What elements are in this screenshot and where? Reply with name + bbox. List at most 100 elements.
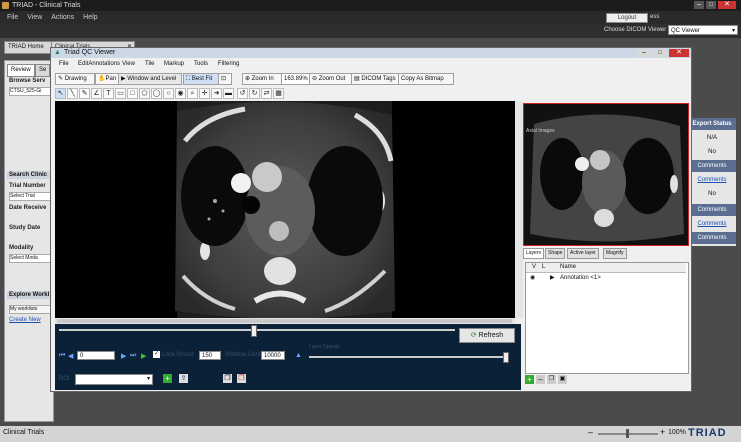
pan-button[interactable]: ✋Pan <box>95 73 119 85</box>
zoom-in-button[interactable]: ⊕ Zoom In <box>242 73 282 85</box>
menu-help[interactable]: Help <box>83 11 97 24</box>
copy-bitmap-button[interactable]: Copy As Bitmap <box>398 73 454 85</box>
copy-layer-icon[interactable]: ❐ <box>223 374 232 383</box>
scroll-thumb[interactable] <box>57 319 512 323</box>
modality-select[interactable]: Select Moda <box>9 254 53 263</box>
remove-layer-icon[interactable]: – <box>536 375 545 384</box>
menu-actions[interactable]: Actions <box>51 11 74 24</box>
line-tool-icon[interactable]: ╲ <box>67 88 78 99</box>
opacity-slider-thumb[interactable] <box>503 352 509 363</box>
next-frame-icon[interactable]: ▶ <box>121 352 126 360</box>
opacity-slider-track[interactable] <box>309 356 509 358</box>
grid-icon[interactable]: ▦ <box>273 88 284 99</box>
window-level-button[interactable]: ▶ Window and Level <box>118 73 182 85</box>
best-fit-button[interactable]: ⛶ Best Fit <box>183 73 221 85</box>
menu-file[interactable]: File <box>7 11 18 24</box>
zoom-slider-thumb[interactable] <box>626 429 629 438</box>
flip-icon[interactable]: ⇄ <box>261 88 272 99</box>
pen-tool-icon[interactable]: ✎ <box>79 88 90 99</box>
comments-link-3[interactable]: Comments <box>688 232 736 244</box>
minimize-icon[interactable]: – <box>694 1 704 9</box>
window-width-field[interactable]: 150 <box>199 351 221 360</box>
actual-size-button[interactable]: ⊡ <box>218 73 232 85</box>
tab-layers[interactable]: Layers <box>523 248 545 259</box>
frame-slider-track[interactable] <box>59 329 455 331</box>
maximize-icon[interactable]: □ <box>706 1 716 9</box>
text-tool-icon[interactable]: T <box>103 88 114 99</box>
layer-row[interactable]: ◉ ▶ Annotation <1> <box>526 274 686 283</box>
polygon-tool-icon[interactable]: ⬠ <box>139 88 150 99</box>
dlg-menu-tile[interactable]: Tile <box>145 59 154 69</box>
browse-server-field[interactable]: CTSU_525-Gi <box>9 87 53 96</box>
tab-second[interactable]: Se <box>35 64 51 77</box>
dialog-maximize-icon[interactable]: □ <box>653 49 667 57</box>
image-vertical-scrollbar[interactable] <box>515 101 523 318</box>
lock-checkbox[interactable]: ✓ <box>153 351 160 358</box>
comments-link-1[interactable]: Comments <box>688 174 736 186</box>
ellipse-tool-icon[interactable]: ◯ <box>151 88 162 99</box>
ct-image-viewport[interactable] <box>55 101 515 318</box>
crosshair-tool-icon[interactable]: ✛ <box>199 88 210 99</box>
save-layer-icon[interactable]: ▣ <box>558 375 567 384</box>
eye-icon[interactable]: ◉ <box>530 274 535 283</box>
zoom-out-icon[interactable]: – <box>588 427 593 437</box>
dialog-minimize-icon[interactable]: – <box>637 49 651 57</box>
dlg-menu-filtering[interactable]: Filtering <box>218 59 239 69</box>
ruler-tool-icon[interactable]: ▬ <box>223 88 234 99</box>
dlg-menu-editannotations[interactable]: EditAnnotations <box>78 59 120 69</box>
duplicate-layer-icon[interactable]: ❐ <box>547 375 556 384</box>
frame-number-field[interactable]: 0 <box>77 351 115 360</box>
zoom-value-field[interactable]: 163.89% <box>281 73 311 85</box>
comments-link-2[interactable]: Comments <box>688 218 736 230</box>
my-worklists-tab[interactable]: My worklists <box>9 305 53 314</box>
tab-active-layer[interactable]: Active layer <box>567 248 599 259</box>
rotate-right-icon[interactable]: ↻ <box>249 88 260 99</box>
rotate-left-icon[interactable]: ↺ <box>237 88 248 99</box>
tab-magnify[interactable]: Magnify <box>603 248 627 259</box>
zoom-out-button[interactable]: ⊖ Zoom Out <box>309 73 353 85</box>
dlg-menu-tools[interactable]: Tools <box>194 59 208 69</box>
angle-tool-icon[interactable]: ∠ <box>91 88 102 99</box>
close-icon[interactable]: ✕ <box>718 1 736 9</box>
circle-tool-icon[interactable]: ○ <box>163 88 174 99</box>
dlg-menu-file[interactable]: File <box>59 59 69 69</box>
drawing-button[interactable]: ✎ Drawing <box>55 73 95 85</box>
create-new-link[interactable]: Create New <box>9 317 41 323</box>
square-tool-icon[interactable]: □ <box>127 88 138 99</box>
delete-layer-icon[interactable]: ❐ <box>237 374 246 383</box>
expand-icon[interactable]: ▶ <box>550 274 555 283</box>
dialog-close-icon[interactable]: ✕ <box>669 49 689 57</box>
refresh-icon: ⟳ <box>470 332 477 339</box>
viewer-select[interactable]: QC Viewer ▾ <box>668 25 738 35</box>
menu-view[interactable]: View <box>27 11 42 24</box>
last-frame-icon[interactable]: ⏭ <box>130 352 136 360</box>
add-icon[interactable]: + <box>163 374 172 383</box>
rectangle-tool-icon[interactable]: ▭ <box>115 88 126 99</box>
dlg-menu-markup[interactable]: Markup <box>164 59 184 69</box>
roi-select[interactable]: ▾ <box>75 374 153 385</box>
tab-shape[interactable]: Shape <box>545 248 566 259</box>
first-frame-icon[interactable]: ⏮ <box>59 352 65 360</box>
zoom-in-icon[interactable]: + <box>660 427 665 437</box>
play-icon[interactable]: ▶ <box>141 352 146 360</box>
export-icon[interactable]: ⇪ <box>179 374 188 383</box>
add-layer-icon[interactable]: + <box>525 375 534 384</box>
arrow-tool-icon[interactable]: ➜ <box>211 88 222 99</box>
magnify-tool-icon[interactable]: ⌕ <box>187 88 198 99</box>
trial-number-select[interactable]: Select Trial <box>9 192 53 201</box>
pointer-tool-icon[interactable]: ↖ <box>55 88 66 99</box>
preview-viewport[interactable]: Axial Images <box>523 103 689 246</box>
tab-review[interactable]: Review <box>7 64 35 77</box>
dicom-tags-button[interactable]: ▤ DICOM Tags <box>351 73 400 85</box>
dlg-menu-view[interactable]: View <box>122 59 135 69</box>
app-titlebar: TRIAD - Clinical Trials – □ ✕ <box>0 0 741 11</box>
logout-button[interactable]: Logout <box>606 13 648 23</box>
refresh-button[interactable]: ⟳ Refresh <box>459 328 515 343</box>
window-center-field[interactable]: 10000 <box>261 351 285 360</box>
triangle-up-icon[interactable]: ▲ <box>295 352 302 359</box>
frame-slider-thumb[interactable] <box>251 325 257 337</box>
tab-triad-home[interactable]: TRIAD Home <box>4 41 52 54</box>
modality-label: Modality <box>9 245 34 251</box>
fill-circle-tool-icon[interactable]: ◉ <box>175 88 186 99</box>
prev-frame-icon[interactable]: ◀ <box>68 352 73 360</box>
